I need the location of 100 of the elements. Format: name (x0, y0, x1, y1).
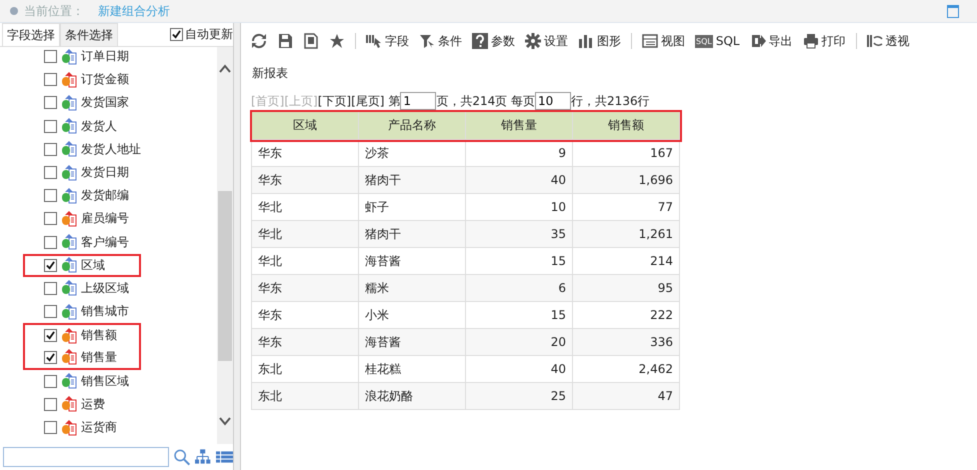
checkbox[interactable] (44, 189, 57, 202)
field-icon (61, 141, 77, 158)
field-label[interactable]: 发货国家 (81, 94, 129, 112)
toolbar-button[interactable]: 透视 (866, 32, 910, 50)
table-cell: 华北 (252, 220, 358, 248)
table-cell: 浪花奶酪 (358, 382, 466, 410)
column-header[interactable]: 销售额 (572, 112, 680, 140)
toolbar-button[interactable]: SQL SQL (695, 34, 740, 48)
checkbox[interactable] (44, 96, 57, 110)
help-icon (472, 33, 488, 49)
toolbar-button[interactable]: 视图 (642, 32, 685, 50)
field-icon (61, 234, 77, 250)
table-cell: 25 (466, 382, 572, 410)
toolbar-button[interactable]: 参数 (472, 32, 515, 50)
checkbox[interactable] (44, 73, 57, 86)
field-label[interactable]: 发货日期 (81, 164, 129, 182)
table-cell: 95 (572, 274, 680, 302)
column-header[interactable]: 区域 (252, 112, 358, 140)
pager-link[interactable]: [尾页] (351, 92, 384, 110)
checkbox[interactable] (44, 120, 57, 133)
checkbox[interactable] (44, 305, 57, 318)
table-cell: 35 (466, 220, 572, 248)
field-label[interactable]: 销售城市 (81, 303, 129, 320)
field-icon (61, 118, 77, 134)
pager-text: 页，共214页 每页 (436, 92, 536, 110)
table-cell: 猪肉干 (358, 166, 466, 194)
field-icon (61, 48, 77, 65)
field-label[interactable]: 销售量 (81, 348, 117, 366)
table-cell: 40 (466, 166, 572, 194)
pager-text: 第 (387, 92, 400, 110)
checkbox[interactable] (44, 398, 57, 411)
field-icon (61, 328, 77, 344)
field-icon (61, 373, 77, 390)
checkbox[interactable] (44, 258, 57, 272)
report-title: 新报表 (252, 65, 289, 82)
field-icon (366, 33, 382, 49)
bullet-icon (10, 7, 18, 15)
field-label[interactable]: 客户编号 (81, 234, 129, 251)
maximize-icon[interactable] (947, 4, 959, 18)
table-cell: 1,696 (572, 166, 680, 194)
field-label[interactable]: 订货金额 (81, 71, 129, 88)
checkbox[interactable] (44, 350, 57, 364)
field-label[interactable]: 运货商 (81, 419, 117, 436)
table-cell: 海苔酱 (358, 328, 466, 356)
toolbar-button[interactable]: 打印 (802, 32, 846, 50)
field-icon (61, 164, 77, 181)
field-label[interactable]: 雇员编号 (81, 210, 129, 228)
pager-link[interactable]: [下页] (318, 92, 352, 110)
field-label[interactable]: 上级区域 (81, 280, 129, 297)
scrollbar-thumb[interactable] (218, 191, 232, 361)
column-header[interactable]: 产品名称 (358, 112, 466, 140)
field-label[interactable]: 销售额 (81, 327, 117, 344)
bar-chart-icon (578, 33, 594, 49)
field-label[interactable]: 区域 (81, 256, 105, 274)
field-label[interactable]: 运费 (81, 396, 105, 413)
table-cell: 47 (572, 382, 680, 410)
checkbox[interactable] (44, 421, 57, 434)
checkbox[interactable] (44, 236, 57, 249)
toolbar-button[interactable]: 条件 (419, 32, 462, 50)
field-icon (61, 280, 77, 296)
table-cell: 糯米 (358, 274, 466, 302)
panel-tab[interactable]: 条件选择 (60, 23, 118, 46)
field-label[interactable]: 订单日期 (81, 48, 129, 66)
panel-tab[interactable]: 字段选择 (2, 23, 60, 46)
checkbox[interactable] (170, 28, 183, 41)
checkbox[interactable] (44, 142, 57, 156)
export-icon (750, 33, 766, 49)
search-icon (173, 448, 190, 466)
search-field[interactable] (3, 447, 169, 467)
field-icon (61, 72, 77, 88)
sql-icon: SQL (695, 34, 713, 48)
page-field[interactable]: 1 (400, 92, 436, 110)
pivot-icon (866, 33, 883, 49)
table-cell: 猪肉干 (358, 220, 466, 248)
toolbar-button[interactable]: 字段 (366, 32, 409, 50)
field-label[interactable]: 发货人地址 (81, 140, 141, 158)
toolbar-button[interactable]: 导出 (750, 32, 793, 50)
checkbox[interactable] (44, 329, 57, 342)
checkbox[interactable] (44, 212, 57, 226)
checkbox[interactable] (44, 50, 57, 64)
table-cell: 东北 (252, 382, 358, 410)
checkbox[interactable] (44, 166, 57, 180)
save-icon[interactable] (277, 33, 293, 49)
field-icon (61, 94, 77, 111)
star-icon[interactable] (329, 33, 345, 49)
table-cell: 华东 (252, 274, 358, 302)
table-cell: 华东 (252, 328, 358, 356)
toolbar-button[interactable]: 设置 (525, 32, 568, 50)
column-header[interactable]: 销售量 (466, 112, 572, 140)
toolbar-button[interactable]: 图形 (578, 32, 621, 50)
field-label[interactable]: 销售区域 (81, 372, 129, 390)
field-label[interactable]: 发货人 (81, 118, 117, 135)
checkbox[interactable] (44, 374, 57, 388)
field-label[interactable]: 发货邮编 (81, 187, 129, 204)
rows-per-page-field[interactable]: 10 (535, 92, 572, 110)
table-cell: 6 (466, 274, 572, 302)
checkbox[interactable] (44, 282, 57, 295)
hierarchy-icon (194, 448, 212, 466)
refresh-icon[interactable] (251, 33, 267, 49)
document-icon[interactable] (303, 33, 319, 49)
